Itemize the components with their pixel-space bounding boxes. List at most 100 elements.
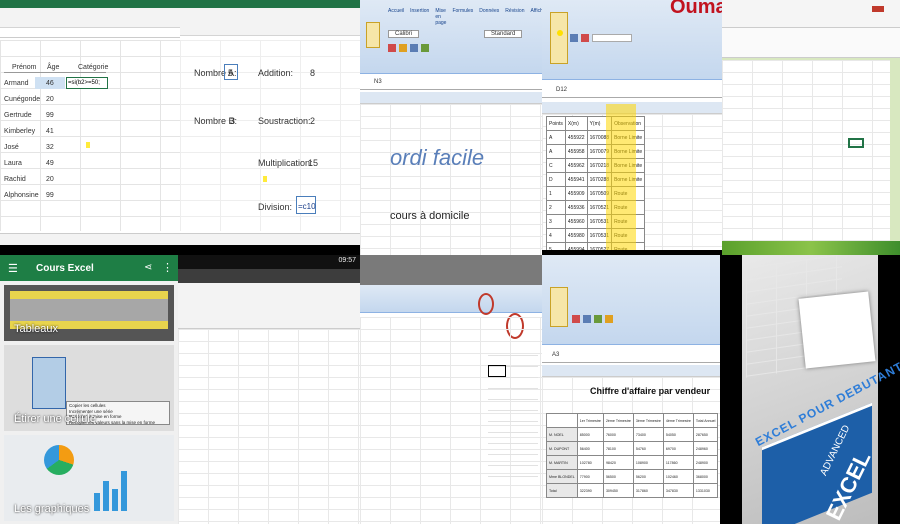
active-cell[interactable] xyxy=(848,138,864,148)
table-cell[interactable]: 76000 xyxy=(602,427,634,442)
table-cell[interactable]: 1331030 xyxy=(692,483,719,498)
table-cell[interactable]: 455958 xyxy=(564,144,588,159)
data-cell[interactable] xyxy=(488,422,538,433)
table-cell[interactable]: 455941 xyxy=(564,172,588,187)
table-cell[interactable]: 455936 xyxy=(564,200,588,215)
card-tableaux[interactable]: Tableaux xyxy=(4,285,174,341)
table-cell[interactable]: 77900 xyxy=(576,469,604,484)
ribbon-tab[interactable]: Formules xyxy=(452,8,473,26)
table-cell[interactable]: 368000 xyxy=(692,469,719,484)
formula-bar[interactable]: A3 xyxy=(542,349,720,363)
table-cell[interactable]: A xyxy=(546,130,566,145)
ribbon-tab[interactable]: Mise en page xyxy=(435,8,446,26)
table-cell[interactable]: 455962 xyxy=(564,158,588,173)
table-cell[interactable]: 102780 xyxy=(576,455,604,470)
sheet-tabs[interactable] xyxy=(180,233,360,245)
card-graphiques[interactable]: Les graphiques xyxy=(4,435,174,521)
table-cell[interactable]: M. DUPONT xyxy=(546,441,578,456)
table-cell[interactable]: C xyxy=(546,158,566,173)
table-cell[interactable]: 98420 xyxy=(602,455,634,470)
table-cell[interactable]: 455960 xyxy=(564,214,588,229)
data-cell[interactable] xyxy=(488,433,538,444)
window-titlebar xyxy=(178,269,360,283)
format-buttons[interactable] xyxy=(388,44,538,54)
data-cell[interactable] xyxy=(488,466,538,477)
name-box[interactable]: D12 xyxy=(556,87,567,93)
more-icon[interactable]: ⋮ xyxy=(162,261,173,274)
data-cell[interactable] xyxy=(488,444,538,455)
data-cell[interactable] xyxy=(488,400,538,411)
paste-icon[interactable] xyxy=(366,22,380,48)
table-cell[interactable]: 248960 xyxy=(692,441,719,456)
table-cell[interactable]: 56400 xyxy=(576,441,604,456)
ribbon-tab[interactable]: Accueil xyxy=(388,8,404,26)
sheet-tabs[interactable] xyxy=(0,233,180,245)
table-cell[interactable]: 248900 xyxy=(692,455,719,470)
table-cell[interactable]: A xyxy=(546,144,566,159)
ribbon-tab[interactable]: Insertion xyxy=(410,8,429,26)
share-icon[interactable]: ⋖ xyxy=(144,262,152,273)
card-label-graphiques: Les graphiques xyxy=(14,503,90,515)
table-cell[interactable]: 69700 xyxy=(662,441,694,456)
table-header: Points xyxy=(546,116,566,131)
table-cell[interactable]: D xyxy=(546,172,566,187)
table-cell[interactable]: 56200 xyxy=(632,469,664,484)
table-cell[interactable]: 309450 xyxy=(602,483,634,498)
ribbon-tab[interactable]: Affichage xyxy=(530,8,542,26)
name-box[interactable]: A3 xyxy=(552,352,559,358)
active-tab[interactable] xyxy=(872,6,884,12)
ribbon-tab[interactable]: Révision xyxy=(505,8,524,26)
table-cell[interactable]: 85000 xyxy=(576,427,604,442)
table-cell[interactable]: Mme BLONDEL xyxy=(546,469,578,484)
cover-chart xyxy=(798,291,876,369)
paste-icon[interactable] xyxy=(550,12,568,64)
table-cell[interactable]: 54760 xyxy=(632,441,664,456)
formula-bar[interactable] xyxy=(0,28,180,38)
table-cell[interactable]: 108900 xyxy=(632,455,664,470)
number-format-select[interactable]: Standard xyxy=(484,30,523,38)
tile-ordi-facile: Accueil Insertion Mise en page Formules Donn… xyxy=(360,0,542,255)
table-cell[interactable]: M. NOEL xyxy=(546,427,578,442)
table-cell[interactable]: 56500 xyxy=(602,469,634,484)
ribbon-tab[interactable]: Données xyxy=(479,8,499,26)
table-cell[interactable]: 322390 xyxy=(576,483,604,498)
green-frame-bottom xyxy=(722,241,900,255)
row-name: José xyxy=(4,144,19,151)
table-cell[interactable]: 73400 xyxy=(632,427,664,442)
table-cell[interactable]: 3 xyxy=(546,214,566,229)
formula-bar[interactable]: D12 xyxy=(542,84,722,98)
table-cell[interactable]: 78100 xyxy=(602,441,634,456)
font-name-select[interactable]: Calibri xyxy=(388,30,420,38)
table-cell[interactable]: 455980 xyxy=(564,228,588,243)
table-cell[interactable]: 102460 xyxy=(662,469,694,484)
table-cell[interactable]: 4 xyxy=(546,228,566,243)
table-cell[interactable]: 287650 xyxy=(692,427,719,442)
tile-android-cours-excel: ☰ Cours Excel ⋖ ⋮ Tableaux Copier les ce… xyxy=(0,255,178,524)
table-cell[interactable]: 455909 xyxy=(564,186,588,201)
paste-icon[interactable] xyxy=(550,287,568,327)
table-cell[interactable]: 5 xyxy=(546,242,566,250)
table-cell[interactable]: M. MARTIN xyxy=(546,455,578,470)
format-buttons[interactable] xyxy=(572,315,712,325)
table-cell[interactable]: 317860 xyxy=(632,483,664,498)
data-cell[interactable] xyxy=(488,389,538,400)
active-cell[interactable] xyxy=(488,365,506,377)
formula-bar[interactable]: N3 xyxy=(360,76,542,90)
menu-icon[interactable]: ☰ xyxy=(8,262,18,275)
table-cell[interactable]: 347830 xyxy=(662,483,694,498)
table-cell[interactable]: 1 xyxy=(546,186,566,201)
format-buttons[interactable] xyxy=(570,34,710,44)
table-cell[interactable]: 117860 xyxy=(662,455,694,470)
data-cell[interactable] xyxy=(488,345,538,356)
table-cell[interactable]: Total xyxy=(546,483,578,498)
data-cell[interactable] xyxy=(488,455,538,466)
name-box[interactable]: N3 xyxy=(374,79,382,85)
card-etirer[interactable]: Copier les cellules Incrémenter une séri… xyxy=(4,345,174,431)
table-cell[interactable]: 54050 xyxy=(662,427,694,442)
brand-watermark: Ouma xyxy=(670,0,722,18)
data-cell[interactable] xyxy=(488,411,538,422)
table-cell[interactable]: 455994 xyxy=(564,242,588,250)
table-cell[interactable]: 455922 xyxy=(564,130,588,145)
data-cell[interactable] xyxy=(488,378,538,389)
table-cell[interactable]: 2 xyxy=(546,200,566,215)
